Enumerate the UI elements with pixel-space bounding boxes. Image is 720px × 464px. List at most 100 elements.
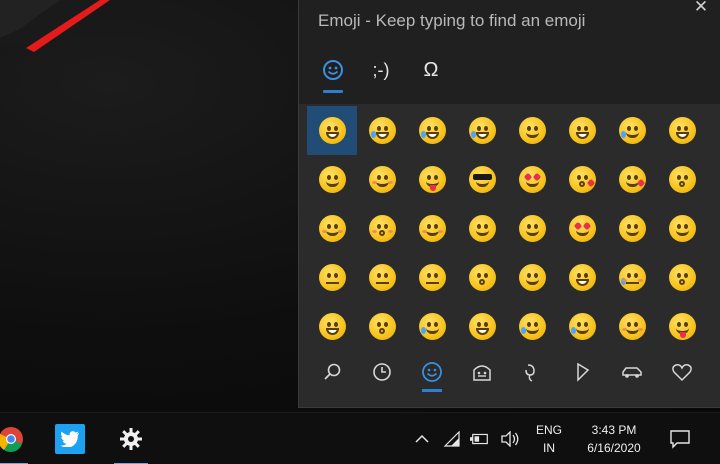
emoji-face — [318, 313, 346, 340]
emoji-face — [368, 117, 396, 144]
emoji-face — [568, 117, 596, 144]
emoji-tired[interactable] — [457, 302, 507, 351]
emoji-face — [668, 215, 696, 242]
emoji-face — [568, 264, 596, 291]
emoji-grin-sweat[interactable] — [357, 106, 407, 155]
emoji-kissing-smile[interactable] — [357, 204, 407, 253]
emoji-face — [518, 313, 546, 340]
pizza-icon — [577, 362, 590, 382]
emoji-raised-eyebrow[interactable] — [657, 204, 707, 253]
category-people[interactable] — [457, 352, 507, 392]
emoji-grinning[interactable] — [307, 106, 357, 155]
language-code: ENG — [535, 423, 562, 437]
category-travel[interactable] — [607, 352, 657, 392]
category-celebration[interactable] — [507, 352, 557, 392]
emoji-disappointed-relieved[interactable] — [607, 253, 657, 302]
emoji-face — [518, 117, 546, 144]
emoji-zipper[interactable] — [307, 302, 357, 351]
emoji-hugging[interactable] — [507, 204, 557, 253]
emoji-laughing[interactable] — [657, 106, 707, 155]
category-food[interactable] — [557, 352, 607, 392]
tab-symbols[interactable]: Ω — [411, 52, 451, 88]
emoji-rofl[interactable] — [457, 106, 507, 155]
emoji-panel-title: Emoji - Keep typing to find an emoji — [318, 11, 586, 30]
active-tab-indicator — [323, 90, 343, 93]
emoji-relieved[interactable] — [307, 204, 357, 253]
emoji-face — [418, 215, 446, 242]
emoji-heart-eyes[interactable] — [507, 155, 557, 204]
input-language-button[interactable]: ENG IN — [531, 421, 567, 457]
twitter-icon — [55, 424, 85, 454]
emoji-kissing[interactable] — [657, 155, 707, 204]
emoji-open-mouth[interactable] — [657, 253, 707, 302]
active-category-indicator — [422, 389, 442, 392]
chevron-up-icon — [415, 434, 429, 443]
tab-emoji[interactable] — [313, 52, 353, 93]
emoji-slight-smile[interactable] — [457, 204, 507, 253]
emoji-face — [368, 166, 396, 193]
heart-icon — [672, 364, 692, 382]
emoji-star-struck[interactable] — [557, 204, 607, 253]
taskbar: ENG IN 3:43 PM 6/16/2020 — [0, 412, 720, 464]
emoji-hushed[interactable] — [357, 302, 407, 351]
emoji-yum[interactable] — [407, 155, 457, 204]
emoji-blush[interactable] — [357, 155, 407, 204]
emoji-wink[interactable] — [307, 155, 357, 204]
emoji-relieved-2[interactable] — [607, 302, 657, 351]
emoji-face — [568, 215, 596, 242]
emoji-face — [468, 117, 496, 144]
emoji-face — [418, 313, 446, 340]
emoji-smirk[interactable] — [507, 253, 557, 302]
network-button[interactable] — [442, 429, 462, 449]
battery-icon — [470, 433, 488, 445]
taskbar-app-twitter[interactable] — [47, 413, 93, 464]
category-smileys[interactable] — [407, 352, 457, 392]
emoji-grinning-eyes[interactable] — [557, 106, 607, 155]
emoji-sleepy[interactable] — [407, 302, 457, 351]
emoji-face — [418, 117, 446, 144]
emoji-panel: Emoji - Keep typing to find an emoji ✕ ;… — [298, 0, 720, 408]
emoji-drooling[interactable] — [557, 302, 607, 351]
action-center-button[interactable] — [668, 428, 692, 450]
emoji-smiling[interactable] — [407, 204, 457, 253]
category-recent[interactable] — [357, 352, 407, 392]
close-button[interactable]: ✕ — [689, 0, 713, 18]
emoji-rolling-eyes[interactable] — [457, 253, 507, 302]
emoji-smiley[interactable] — [507, 106, 557, 155]
emoji-no-mouth[interactable] — [407, 253, 457, 302]
emoji-thinking[interactable] — [607, 204, 657, 253]
emoji-face — [368, 313, 396, 340]
clock-time: 3:43 PM — [591, 423, 637, 437]
emoji-persevere[interactable] — [557, 253, 607, 302]
emoji-face — [318, 117, 346, 144]
category-search[interactable] — [307, 352, 357, 392]
tab-kaomoji[interactable]: ;-) — [361, 52, 401, 88]
battery-button[interactable] — [470, 429, 490, 449]
emoji-expressionless[interactable] — [357, 253, 407, 302]
clock-button[interactable]: 3:43 PM 6/16/2020 — [574, 421, 654, 457]
emoji-sunglasses[interactable] — [457, 155, 507, 204]
emoji-face — [468, 166, 496, 193]
chrome-icon — [0, 427, 23, 452]
emoji-heart-kiss[interactable] — [607, 155, 657, 204]
kaomoji-icon: ;-) — [372, 59, 390, 80]
omega-icon: Ω — [423, 58, 439, 81]
emoji-face — [468, 215, 496, 242]
emoji-joy[interactable] — [407, 106, 457, 155]
emoji-tongue[interactable] — [657, 302, 707, 351]
clock-icon — [373, 363, 391, 381]
emoji-face — [468, 313, 496, 340]
smiley-icon — [422, 362, 442, 382]
emoji-sweat-smile[interactable] — [607, 106, 657, 155]
category-symbols[interactable] — [657, 352, 707, 392]
close-icon: ✕ — [693, 0, 709, 16]
taskbar-app-settings[interactable] — [108, 413, 154, 464]
emoji-sleeping-face[interactable] — [507, 302, 557, 351]
show-hidden-icons-button[interactable] — [412, 429, 432, 449]
taskbar-app-chrome[interactable] — [0, 413, 34, 464]
emoji-face — [618, 313, 646, 340]
volume-button[interactable] — [500, 429, 520, 449]
notification-icon — [670, 430, 690, 449]
emoji-neutral[interactable] — [307, 253, 357, 302]
emoji-kissing-heart[interactable] — [557, 155, 607, 204]
